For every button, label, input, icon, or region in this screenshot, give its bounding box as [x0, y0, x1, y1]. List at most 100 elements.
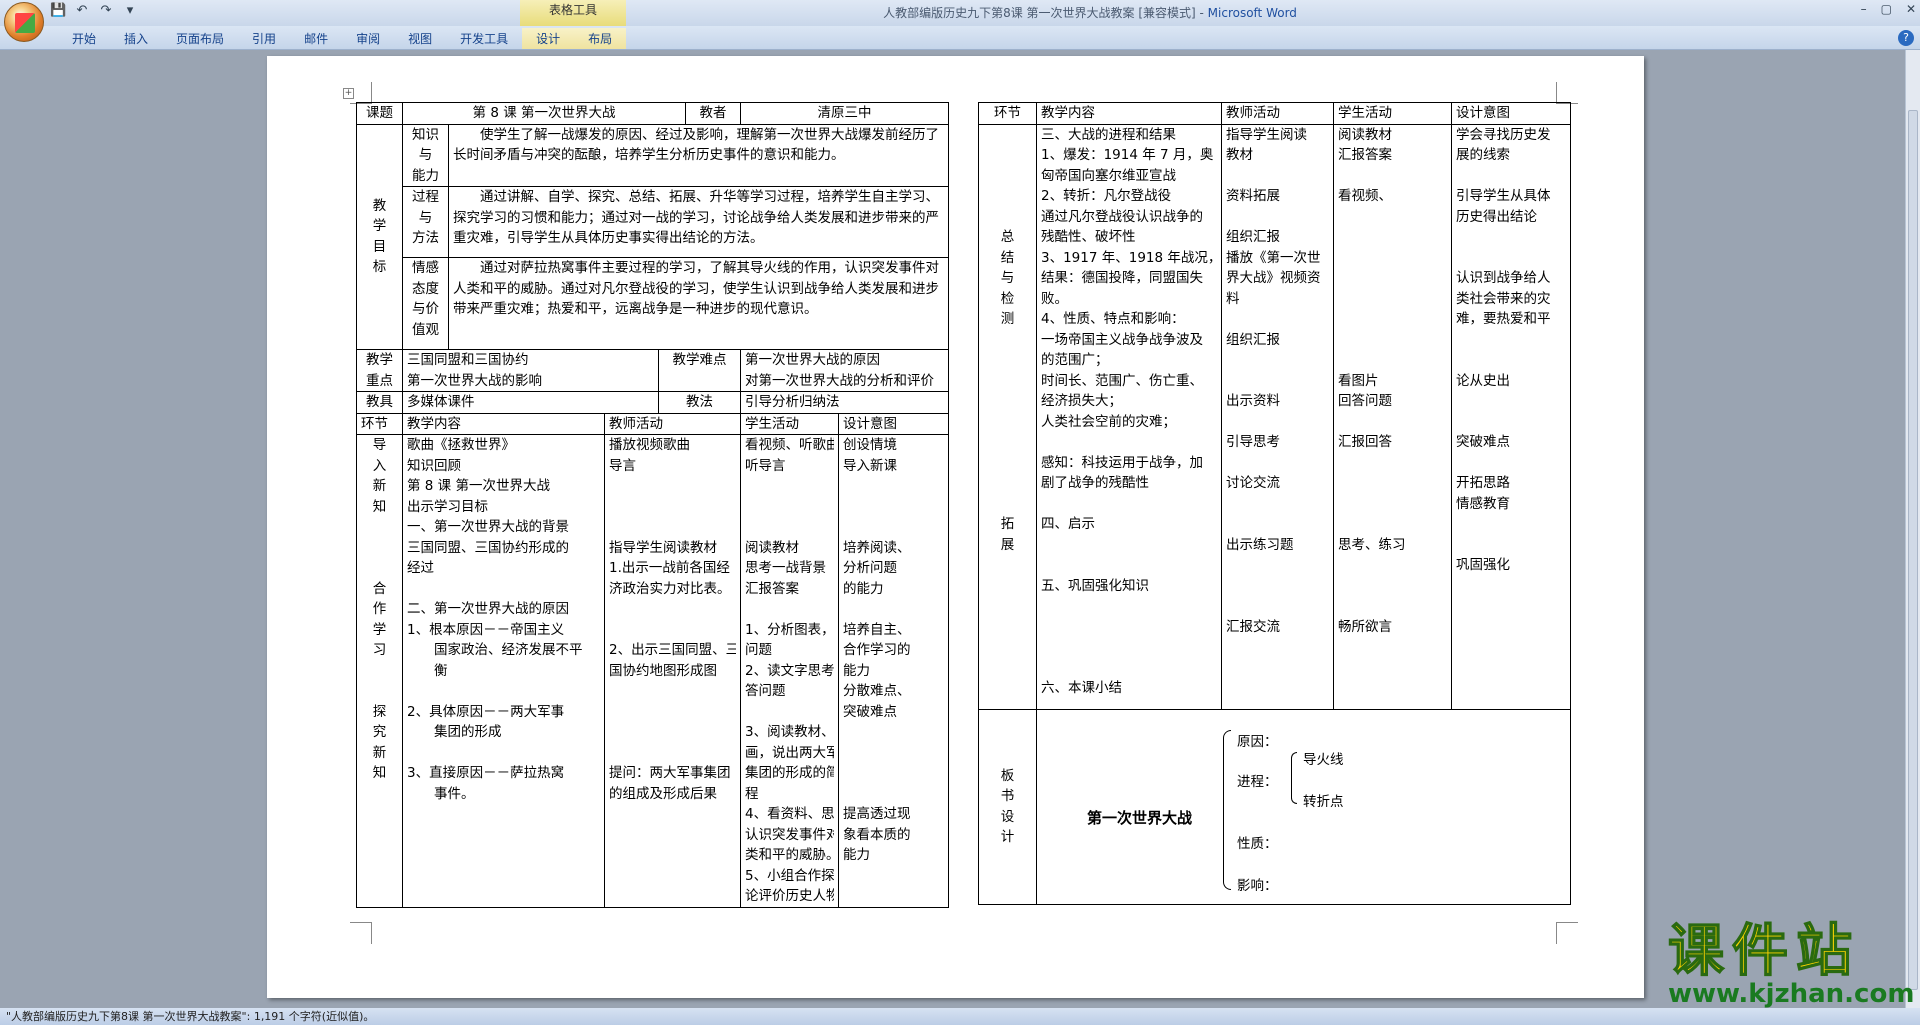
ribbon-tab[interactable]: 开发工具 — [446, 28, 522, 49]
ribbon-tab[interactable]: 视图 — [394, 28, 446, 49]
board-design-label: 板书设计 — [978, 708, 1037, 905]
text-line: 历史得出结论 — [1456, 208, 1537, 225]
text-line: 出示资料 — [1226, 393, 1280, 409]
redo-icon[interactable]: ↷ — [98, 3, 114, 19]
text-line: 目 — [372, 238, 387, 255]
text-line: 学 — [372, 621, 387, 638]
office-button[interactable] — [4, 2, 44, 42]
text-line: 5、小组合作探究讨 — [745, 867, 835, 884]
text-line — [1226, 371, 1329, 392]
text-line: 阅读教材 — [745, 539, 800, 556]
goal-label: 过程与方法 — [402, 186, 449, 258]
text-line: 剧了战争的残酷性 — [1041, 475, 1149, 491]
board-fuse: 导火线 — [1303, 751, 1344, 768]
maximize-button[interactable]: ▢ — [1881, 2, 1892, 16]
text-line — [1338, 494, 1447, 515]
scroll-thumb[interactable] — [1908, 110, 1918, 990]
text-line: 认识突发事件对人 — [745, 826, 834, 843]
text-line: 程 — [745, 785, 759, 802]
text-line — [1456, 227, 1566, 248]
text-line — [983, 412, 1032, 433]
vertical-scrollbar[interactable] — [1905, 50, 1920, 1008]
text-line: 结果：德国投降，同盟国失 — [1041, 270, 1203, 286]
text-line — [983, 371, 1032, 392]
text-line: 第 8 课 第一次世界大战 — [407, 478, 550, 494]
board-cause: 原因： — [1237, 733, 1278, 750]
text-line: 态度 — [412, 280, 439, 297]
ribbon-tab[interactable]: 布局 — [574, 28, 627, 49]
text-line: 教 — [372, 197, 387, 214]
text-line: 知识回顾 — [407, 457, 461, 474]
text-line — [609, 620, 736, 641]
help-icon[interactable]: ? — [1898, 30, 1914, 46]
key-points-label: 教学重点 — [356, 349, 403, 392]
customize-qat-icon[interactable]: ▾ — [122, 3, 138, 19]
difficult-points-label: 教学难点 — [657, 349, 742, 392]
text-line: 播放视频歌曲 — [609, 437, 690, 453]
text-line: 3、直接原因－－萨拉热窝 — [407, 765, 565, 781]
text-line — [1456, 350, 1566, 371]
text-line: 一、第一次世界大战的背景 — [407, 519, 569, 535]
text-line — [609, 599, 736, 620]
text-line — [983, 350, 1032, 371]
ribbon-tab[interactable]: 设计 — [522, 28, 575, 49]
text-line: 习 — [372, 642, 387, 658]
ribbon-tab[interactable]: 插入 — [110, 28, 162, 49]
ribbon-tab[interactable]: 审阅 — [342, 28, 394, 49]
text-line: 第一次世界大战的影响 — [407, 372, 542, 389]
brace-icon — [1223, 729, 1231, 890]
text-line: 结 — [1000, 249, 1015, 266]
text-line — [983, 494, 1032, 515]
text-line: 时间长、范围广、伤亡重、 — [1041, 372, 1203, 389]
text-line — [983, 473, 1032, 494]
text-line — [745, 599, 834, 620]
teaching-aids: 多媒体课件 — [402, 391, 659, 414]
text-line: 巩固强化 — [1456, 557, 1510, 573]
text-line: 通过凡尔登战役认识战争的 — [1041, 208, 1203, 225]
text-line — [843, 763, 944, 784]
ribbon-tab[interactable]: 邮件 — [290, 28, 342, 49]
design-intent-column: 创设情境 导入新课 培养阅读、 分析问题 的能力 培养自主、 合作学习的 能力 分散难点、突… — [838, 434, 950, 908]
text-line: 看图片 — [1338, 372, 1379, 389]
topic-label: 课题 — [356, 102, 403, 125]
text-line — [407, 743, 600, 764]
text-line — [983, 432, 1032, 453]
column-header: 设计意图 — [1451, 102, 1571, 125]
text-line: 组织汇报 — [1226, 331, 1280, 348]
undo-icon[interactable]: ↶ — [74, 3, 90, 19]
text-line: 象看本质的 — [843, 826, 911, 843]
text-line — [609, 681, 736, 702]
text-line — [609, 743, 736, 764]
minimize-button[interactable]: – — [1861, 2, 1867, 16]
ribbon-tab[interactable]: 引用 — [238, 28, 290, 49]
text-line — [1338, 473, 1447, 494]
close-button[interactable]: ✕ — [1906, 2, 1916, 16]
title-bar: 💾 ↶ ↷ ▾ 表格工具 人教部编版历史九下第8课 第一次世界大战教案 [兼容模… — [0, 0, 1920, 26]
content-column: 歌曲《拯救世界》 知识回顾第 8 课 第一次世界大战 出示学习目标 一、第一次世界大战… — [402, 434, 605, 908]
text-line: 三国同盟、三国协约形成的 — [407, 539, 569, 556]
text-line: 一场帝国主义战争战争波及 — [1041, 331, 1203, 348]
brace-icon — [1291, 751, 1297, 804]
text-line — [1456, 514, 1566, 535]
text-line — [1041, 494, 1217, 515]
text-line: 的组成及形成后果 — [609, 785, 717, 802]
ribbon-tab[interactable]: 开始 — [58, 28, 110, 49]
save-icon[interactable]: 💾 — [50, 3, 66, 19]
text-line: 1、分析图表，思考 — [745, 621, 835, 638]
ribbon-tab[interactable]: 页面布局 — [162, 28, 238, 49]
text-line: 答问题 — [745, 683, 786, 699]
text-line: 指导学生阅读 — [1226, 126, 1307, 143]
text-line: 入 — [372, 457, 387, 474]
method: 引导分析归纳法 — [740, 391, 950, 414]
text-line: 开拓思路 — [1456, 475, 1510, 491]
text-line — [1226, 555, 1329, 576]
table-move-handle[interactable]: + — [343, 88, 354, 99]
text-line: 指导学生阅读教材 — [609, 539, 717, 556]
text-line: 教材 — [1226, 147, 1253, 163]
text-line — [745, 476, 834, 497]
watermark-title: 课件站 — [1667, 919, 1860, 984]
text-line: 值观 — [412, 321, 439, 338]
text-line — [983, 207, 1032, 228]
text-line: 学 — [372, 218, 387, 235]
lesson-plan-table-left: 课题 第 8 课 第一次世界大战 教者 清原三中 教学目标 知识与能力 使学生了… — [356, 102, 950, 908]
